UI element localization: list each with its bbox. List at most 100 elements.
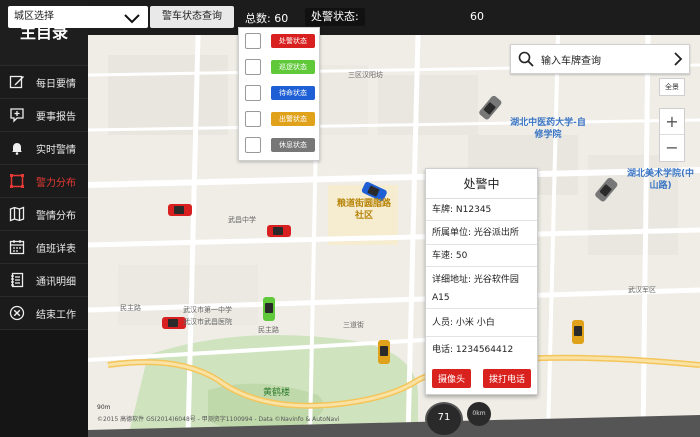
police-car-yellow: [572, 320, 584, 344]
sidebar-item-label: 每日要情: [36, 78, 76, 90]
address-label: 详细地址:: [432, 275, 472, 285]
sidebar-item-label: 实时警情: [36, 144, 76, 156]
sidebar-item-realtime-alerts[interactable]: 实时警情: [0, 132, 88, 165]
status-tag: 处警状态: [271, 34, 315, 48]
sidebar-item-label: 结束工作: [36, 309, 76, 321]
unit-label: 所属单位:: [432, 228, 472, 238]
checkbox[interactable]: [245, 33, 261, 49]
vehicle-info-card: 处警中 车牌: N12345 所属单位: 光谷派出所 车速: 50 详细地址: …: [425, 168, 538, 395]
sidebar-item-alert-distribution[interactable]: 警情分布: [0, 198, 88, 231]
status-query-button[interactable]: 警车状态查询: [150, 6, 234, 28]
chevron-right-icon[interactable]: [667, 52, 689, 66]
map-label-hospital: 湖北中医药大学-自修学院: [510, 118, 586, 140]
speedometer: 71: [425, 402, 463, 437]
sidebar-item-label: 要事报告: [36, 111, 76, 123]
map-label-poi: 三区汉阳坊: [348, 71, 383, 79]
sidebar-item-label: 警情分布: [36, 210, 76, 222]
speed-label: 车速:: [432, 251, 454, 261]
calendar-icon: [0, 239, 34, 255]
sidebar-item-label: 警力分布: [36, 177, 76, 189]
status-tag: 待命状态: [271, 86, 315, 100]
report-icon: [0, 107, 34, 123]
status-filter-item[interactable]: 待命状态: [239, 80, 319, 106]
vehicle-status: 处警中: [426, 169, 537, 199]
map-label-poi: 武昌中学: [228, 216, 256, 224]
district-select[interactable]: 城区选择: [8, 6, 148, 28]
sidebar: 主目录 每日要情 要事报告 实时警情 警力分布 警情分布 值班详表 通讯明细 结…: [0, 0, 104, 437]
map-label-poi: 武汉市武昌医院: [183, 318, 232, 326]
police-car-yellow: [378, 340, 390, 364]
map-scale: 90m: [97, 404, 111, 411]
map-label-art-school: 湖北美术学院(中山路): [626, 169, 695, 191]
panorama-button[interactable]: 全景: [659, 78, 685, 96]
status-tag: 出警状态: [271, 112, 315, 126]
search-input[interactable]: 输入车牌查询: [541, 52, 667, 67]
map-label-road: 三道街: [343, 321, 364, 329]
person-label: 人员:: [432, 318, 454, 328]
checkbox[interactable]: [245, 111, 261, 127]
sidebar-item-label: 通讯明细: [36, 276, 76, 288]
search-icon[interactable]: [511, 51, 541, 67]
bell-icon: [0, 140, 34, 156]
close-circle-icon: [0, 305, 34, 321]
map-label-poi: 武汉市第一中学: [183, 306, 232, 314]
total-label: 总数:: [245, 12, 271, 25]
sidebar-item-duty-table[interactable]: 值班详表: [0, 231, 88, 264]
phone-row: 电话: 1234564412: [426, 337, 537, 363]
speed-value: 50: [455, 251, 468, 261]
map-view[interactable]: 湖北中医药大学-自修学院 湖北美术学院(中山路) 粮道街圆脂路社区 黄鹤楼 民主…: [88, 35, 700, 437]
sidebar-item-police-distribution[interactable]: 警力分布: [0, 165, 104, 198]
map-label-yellow-crane: 黄鹤楼: [263, 388, 291, 398]
card-actions: 摄像头 拨打电话: [426, 369, 537, 388]
plate-row: 车牌: N12345: [426, 199, 537, 221]
status-filter-item[interactable]: 处警状态: [239, 28, 319, 54]
crop-icon: [0, 173, 34, 189]
status-filter-panel: 处警状态 巡逻状态 待命状态 出警状态 休息状态: [238, 27, 320, 161]
status-tag: 休息状态: [271, 138, 315, 152]
map-label-poi: 武汉军区: [628, 286, 656, 294]
total-count: 总数: 60: [245, 10, 288, 26]
status-tag: 巡逻状态: [271, 60, 315, 74]
map-label-community: 粮道街圆脂路社区: [336, 199, 391, 221]
speed-row: 车速: 50: [426, 245, 537, 267]
checkbox[interactable]: [245, 85, 261, 101]
alert-status-value: 60: [470, 10, 484, 23]
address-row: 详细地址: 光谷软件园A15: [426, 267, 537, 309]
camera-button[interactable]: 摄像头: [431, 369, 471, 388]
plate-search-box[interactable]: 输入车牌查询: [510, 44, 690, 74]
checkbox[interactable]: [245, 137, 261, 153]
map-background: [88, 35, 700, 437]
speedometer-small: 0km: [467, 402, 491, 426]
unit-row: 所属单位: 光谷派出所: [426, 221, 537, 245]
zoom-out-button[interactable]: −: [660, 135, 684, 161]
district-select-value: 城区选择: [14, 11, 54, 22]
police-car-red: [168, 204, 192, 216]
sidebar-item-contact-details[interactable]: 通讯明细: [0, 264, 88, 297]
status-filter-item[interactable]: 巡逻状态: [239, 54, 319, 80]
plate-label: 车牌:: [432, 205, 454, 215]
status-filter-item[interactable]: 休息状态: [239, 132, 319, 158]
unit-value: 光谷派出所: [473, 228, 519, 238]
total-value: 60: [274, 12, 289, 25]
notebook-icon: [0, 272, 34, 288]
edit-icon: [0, 74, 34, 90]
map-label-road: 民主路: [120, 304, 141, 312]
phone-value: 1234564412: [455, 345, 514, 355]
panorama-label: 全景: [665, 83, 679, 91]
sidebar-item-label: 值班详表: [36, 243, 76, 255]
alert-status-label: 处警状态:: [305, 8, 365, 26]
checkbox[interactable]: [245, 59, 261, 75]
map-icon: [0, 206, 34, 222]
map-label-road: 民主路: [258, 326, 279, 334]
person-value: 小米 小白: [455, 318, 495, 328]
call-button[interactable]: 拨打电话: [482, 369, 531, 388]
sidebar-item-end-work[interactable]: 结束工作: [0, 297, 88, 330]
status-filter-item[interactable]: 出警状态: [239, 106, 319, 132]
police-car-green: [263, 297, 275, 321]
person-row: 人员: 小米 小白: [426, 309, 537, 337]
sidebar-item-important-report[interactable]: 要事报告: [0, 99, 88, 132]
sidebar-item-daily-report[interactable]: 每日要情: [0, 66, 88, 99]
zoom-in-button[interactable]: +: [660, 109, 684, 135]
police-car-red: [267, 225, 291, 237]
plate-value: N12345: [455, 205, 492, 215]
